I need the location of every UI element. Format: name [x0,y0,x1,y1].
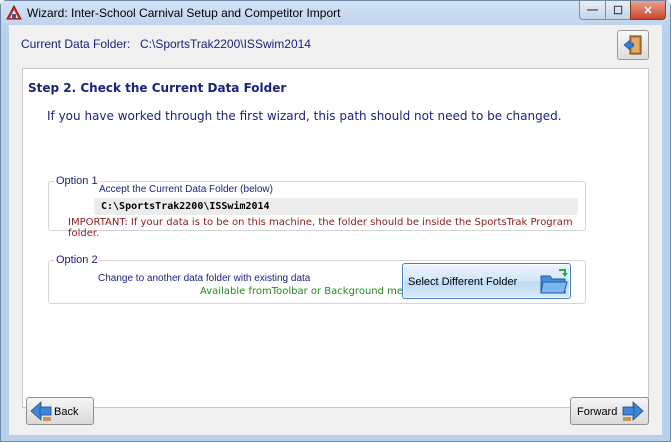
option2-group: Option 2 Change to another data folder w… [48,254,586,304]
important-note: IMPORTANT: If your data is to be on this… [68,217,573,239]
open-folder-icon [540,269,568,294]
change-folder-text: Change to another data folder with exist… [98,273,311,284]
available-note: Available fromToolbar or Background menu [200,286,416,297]
step-title: Step 2. Check the Current Data Folder [28,81,287,95]
select-folder-label: Select Different Folder [408,276,518,288]
back-button[interactable]: Back [26,397,94,425]
exit-button[interactable] [617,30,649,60]
option1-group: Option 1 Accept the Current Data Folder … [48,175,586,239]
window-title: Wizard: Inter-School Carnival Setup and … [27,6,341,20]
app-icon [6,5,22,20]
step-description: If you have worked through the first wiz… [47,109,562,123]
wizard-window: Wizard: Inter-School Carnival Setup and … [0,0,671,442]
minimize-button[interactable]: — [579,1,606,20]
current-folder-bar: Current Data Folder: C:\SportsTrak2200\I… [9,25,662,65]
close-button[interactable]: ✕ [630,1,666,20]
accept-current-folder-link[interactable]: Accept the Current Data Folder (below) [99,184,273,195]
option1-legend: Option 1 [54,175,100,187]
maximize-button[interactable]: ☐ [605,1,631,20]
back-arrow-icon [30,401,52,421]
select-different-folder-button[interactable]: Select Different Folder [402,263,571,299]
forward-button[interactable]: Forward [570,397,649,425]
exit-door-icon [623,35,642,55]
option2-legend: Option 2 [54,254,100,266]
step-panel: Step 2. Check the Current Data Folder If… [22,68,649,408]
title-bar: Wizard: Inter-School Carnival Setup and … [1,1,670,25]
current-folder-label: Current Data Folder: [21,37,131,51]
forward-label: Forward [577,406,618,418]
forward-arrow-icon [622,401,644,421]
back-label: Back [54,406,79,418]
current-folder-path: C:\SportsTrak2200\ISSwim2014 [140,37,311,51]
client-area: Current Data Folder: C:\SportsTrak2200\I… [9,25,662,435]
option1-path: C:\SportsTrak2200\ISSwim2014 [101,201,270,212]
